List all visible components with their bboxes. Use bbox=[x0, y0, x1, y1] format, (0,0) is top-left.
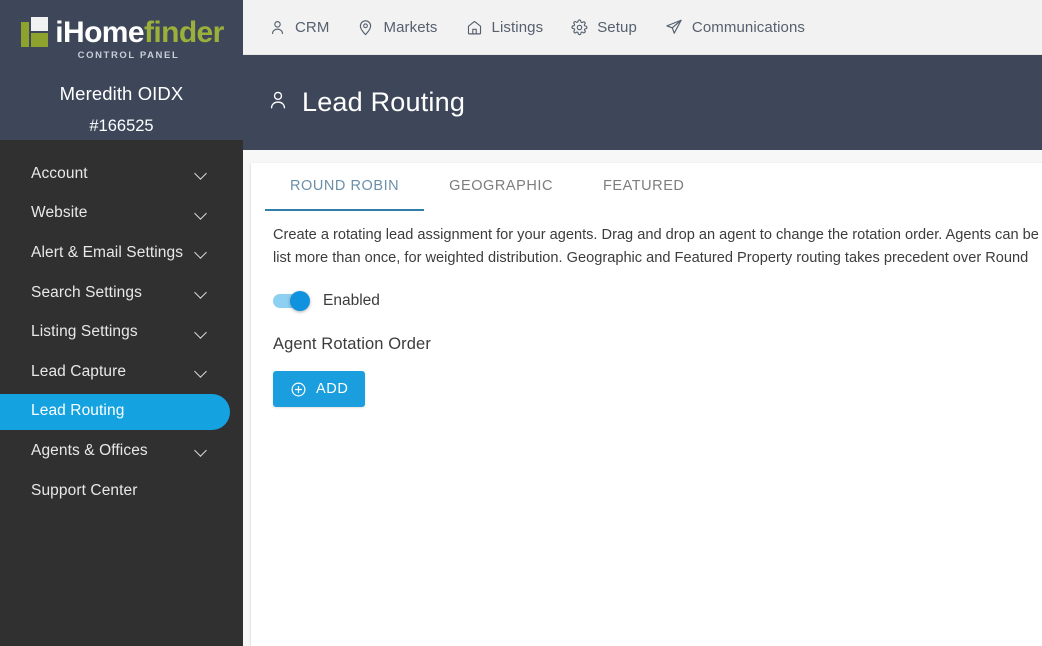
logo-word-green: finder bbox=[143, 16, 224, 49]
person-icon bbox=[269, 19, 286, 36]
topnav-item-label: Setup bbox=[597, 18, 637, 36]
tab-featured[interactable]: FEATURED bbox=[578, 163, 709, 211]
sidebar-item-label: Listing Settings bbox=[31, 323, 138, 341]
topnav-item-crm[interactable]: CRM bbox=[269, 19, 329, 36]
sidebar-brand-panel: iHomefinder CONTROL PANEL Meredith OIDX … bbox=[0, 0, 243, 140]
sidebar-item-label: Agents & Offices bbox=[31, 441, 148, 459]
add-button[interactable]: ADD bbox=[273, 371, 366, 407]
agent-rotation-order-title: Agent Rotation Order bbox=[273, 335, 431, 353]
sidebar-item-label: Alert & Email Settings bbox=[31, 243, 184, 261]
topnav-item-label: Markets bbox=[383, 18, 438, 36]
tab-label: ROUND ROBIN bbox=[290, 178, 400, 194]
tab-panel-round-robin: Create a rotating lead assignment for yo… bbox=[251, 211, 1042, 407]
description-text: Create a rotating lead assignment for yo… bbox=[273, 227, 1039, 266]
account-name: Meredith OIDX bbox=[59, 83, 184, 104]
top-navigation: CRM Markets Listings Setup Communication… bbox=[243, 0, 1042, 55]
enabled-toggle[interactable] bbox=[273, 291, 310, 311]
logo[interactable]: iHomefinder bbox=[0, 9, 243, 49]
topnav-item-markets[interactable]: Markets bbox=[357, 19, 437, 36]
house-bars-logo-icon bbox=[21, 15, 49, 49]
sidebar-item-label: Lead Routing bbox=[31, 402, 125, 420]
paper-plane-icon bbox=[665, 18, 683, 36]
account-id: #166525 bbox=[89, 117, 154, 135]
chevron-down-icon bbox=[195, 444, 208, 457]
add-button-label: ADD bbox=[316, 381, 349, 397]
sidebar: iHomefinder CONTROL PANEL Meredith OIDX … bbox=[0, 0, 243, 646]
map-pin-icon bbox=[357, 19, 374, 36]
sidebar-item-website[interactable]: Website bbox=[0, 194, 243, 234]
logo-subtitle: CONTROL PANEL bbox=[77, 50, 180, 61]
sidebar-item-label: Website bbox=[31, 204, 88, 222]
sidebar-nav: Account Website Alert & Email Settings S… bbox=[0, 140, 243, 510]
sidebar-item-account[interactable]: Account bbox=[0, 154, 243, 194]
enabled-toggle-row: Enabled bbox=[273, 291, 1042, 311]
chevron-down-icon bbox=[195, 365, 208, 378]
sidebar-item-agents-offices[interactable]: Agents & Offices bbox=[0, 431, 243, 471]
topnav-item-communications[interactable]: Communications bbox=[665, 18, 805, 36]
toggle-knob bbox=[290, 291, 310, 311]
main-area: CRM Markets Listings Setup Communication… bbox=[243, 0, 1042, 646]
topnav-item-label: Listings bbox=[491, 18, 544, 36]
logo-wordmark: iHomefinder bbox=[55, 16, 224, 49]
enabled-toggle-label: Enabled bbox=[323, 292, 380, 309]
topnav-item-setup[interactable]: Setup bbox=[571, 19, 637, 36]
tab-geographic[interactable]: GEOGRAPHIC bbox=[424, 163, 578, 211]
sidebar-item-label: Account bbox=[31, 164, 88, 182]
sidebar-item-support-center[interactable]: Support Center bbox=[0, 471, 243, 511]
sidebar-item-alert-email-settings[interactable]: Alert & Email Settings bbox=[0, 233, 243, 273]
house-icon bbox=[466, 19, 483, 36]
chevron-down-icon bbox=[195, 326, 208, 339]
plus-circle-icon bbox=[290, 381, 307, 398]
topnav-item-label: Communications bbox=[691, 18, 805, 36]
sidebar-item-lead-capture[interactable]: Lead Capture bbox=[0, 352, 243, 392]
tab-round-robin[interactable]: ROUND ROBIN bbox=[265, 163, 425, 211]
sidebar-item-listing-settings[interactable]: Listing Settings bbox=[0, 312, 243, 352]
gear-icon bbox=[571, 18, 588, 36]
logo-word-white: iHome bbox=[55, 16, 144, 49]
chevron-down-icon bbox=[195, 286, 208, 299]
topnav-item-label: CRM bbox=[295, 18, 330, 36]
page-header: Lead Routing bbox=[243, 55, 1042, 150]
tab-label: GEOGRAPHIC bbox=[449, 178, 553, 194]
page-title: Lead Routing bbox=[302, 87, 466, 117]
chevron-down-icon bbox=[195, 207, 208, 220]
person-icon bbox=[267, 89, 289, 116]
chevron-down-icon bbox=[195, 246, 208, 259]
tab-label: FEATURED bbox=[602, 178, 685, 194]
topnav-item-listings[interactable]: Listings bbox=[466, 19, 544, 36]
tab-bar: ROUND ROBIN GEOGRAPHIC FEATURED bbox=[251, 163, 1042, 211]
sidebar-item-search-settings[interactable]: Search Settings bbox=[0, 273, 243, 313]
sidebar-item-label: Search Settings bbox=[31, 283, 142, 301]
app-root: iHomefinder CONTROL PANEL Meredith OIDX … bbox=[0, 0, 1042, 646]
chevron-down-icon bbox=[195, 167, 208, 180]
sidebar-item-label: Support Center bbox=[31, 481, 138, 499]
content-card: ROUND ROBIN GEOGRAPHIC FEATURED Create a… bbox=[251, 163, 1042, 646]
sidebar-item-label: Lead Capture bbox=[31, 362, 127, 380]
sidebar-item-lead-routing[interactable]: Lead Routing bbox=[0, 392, 243, 432]
